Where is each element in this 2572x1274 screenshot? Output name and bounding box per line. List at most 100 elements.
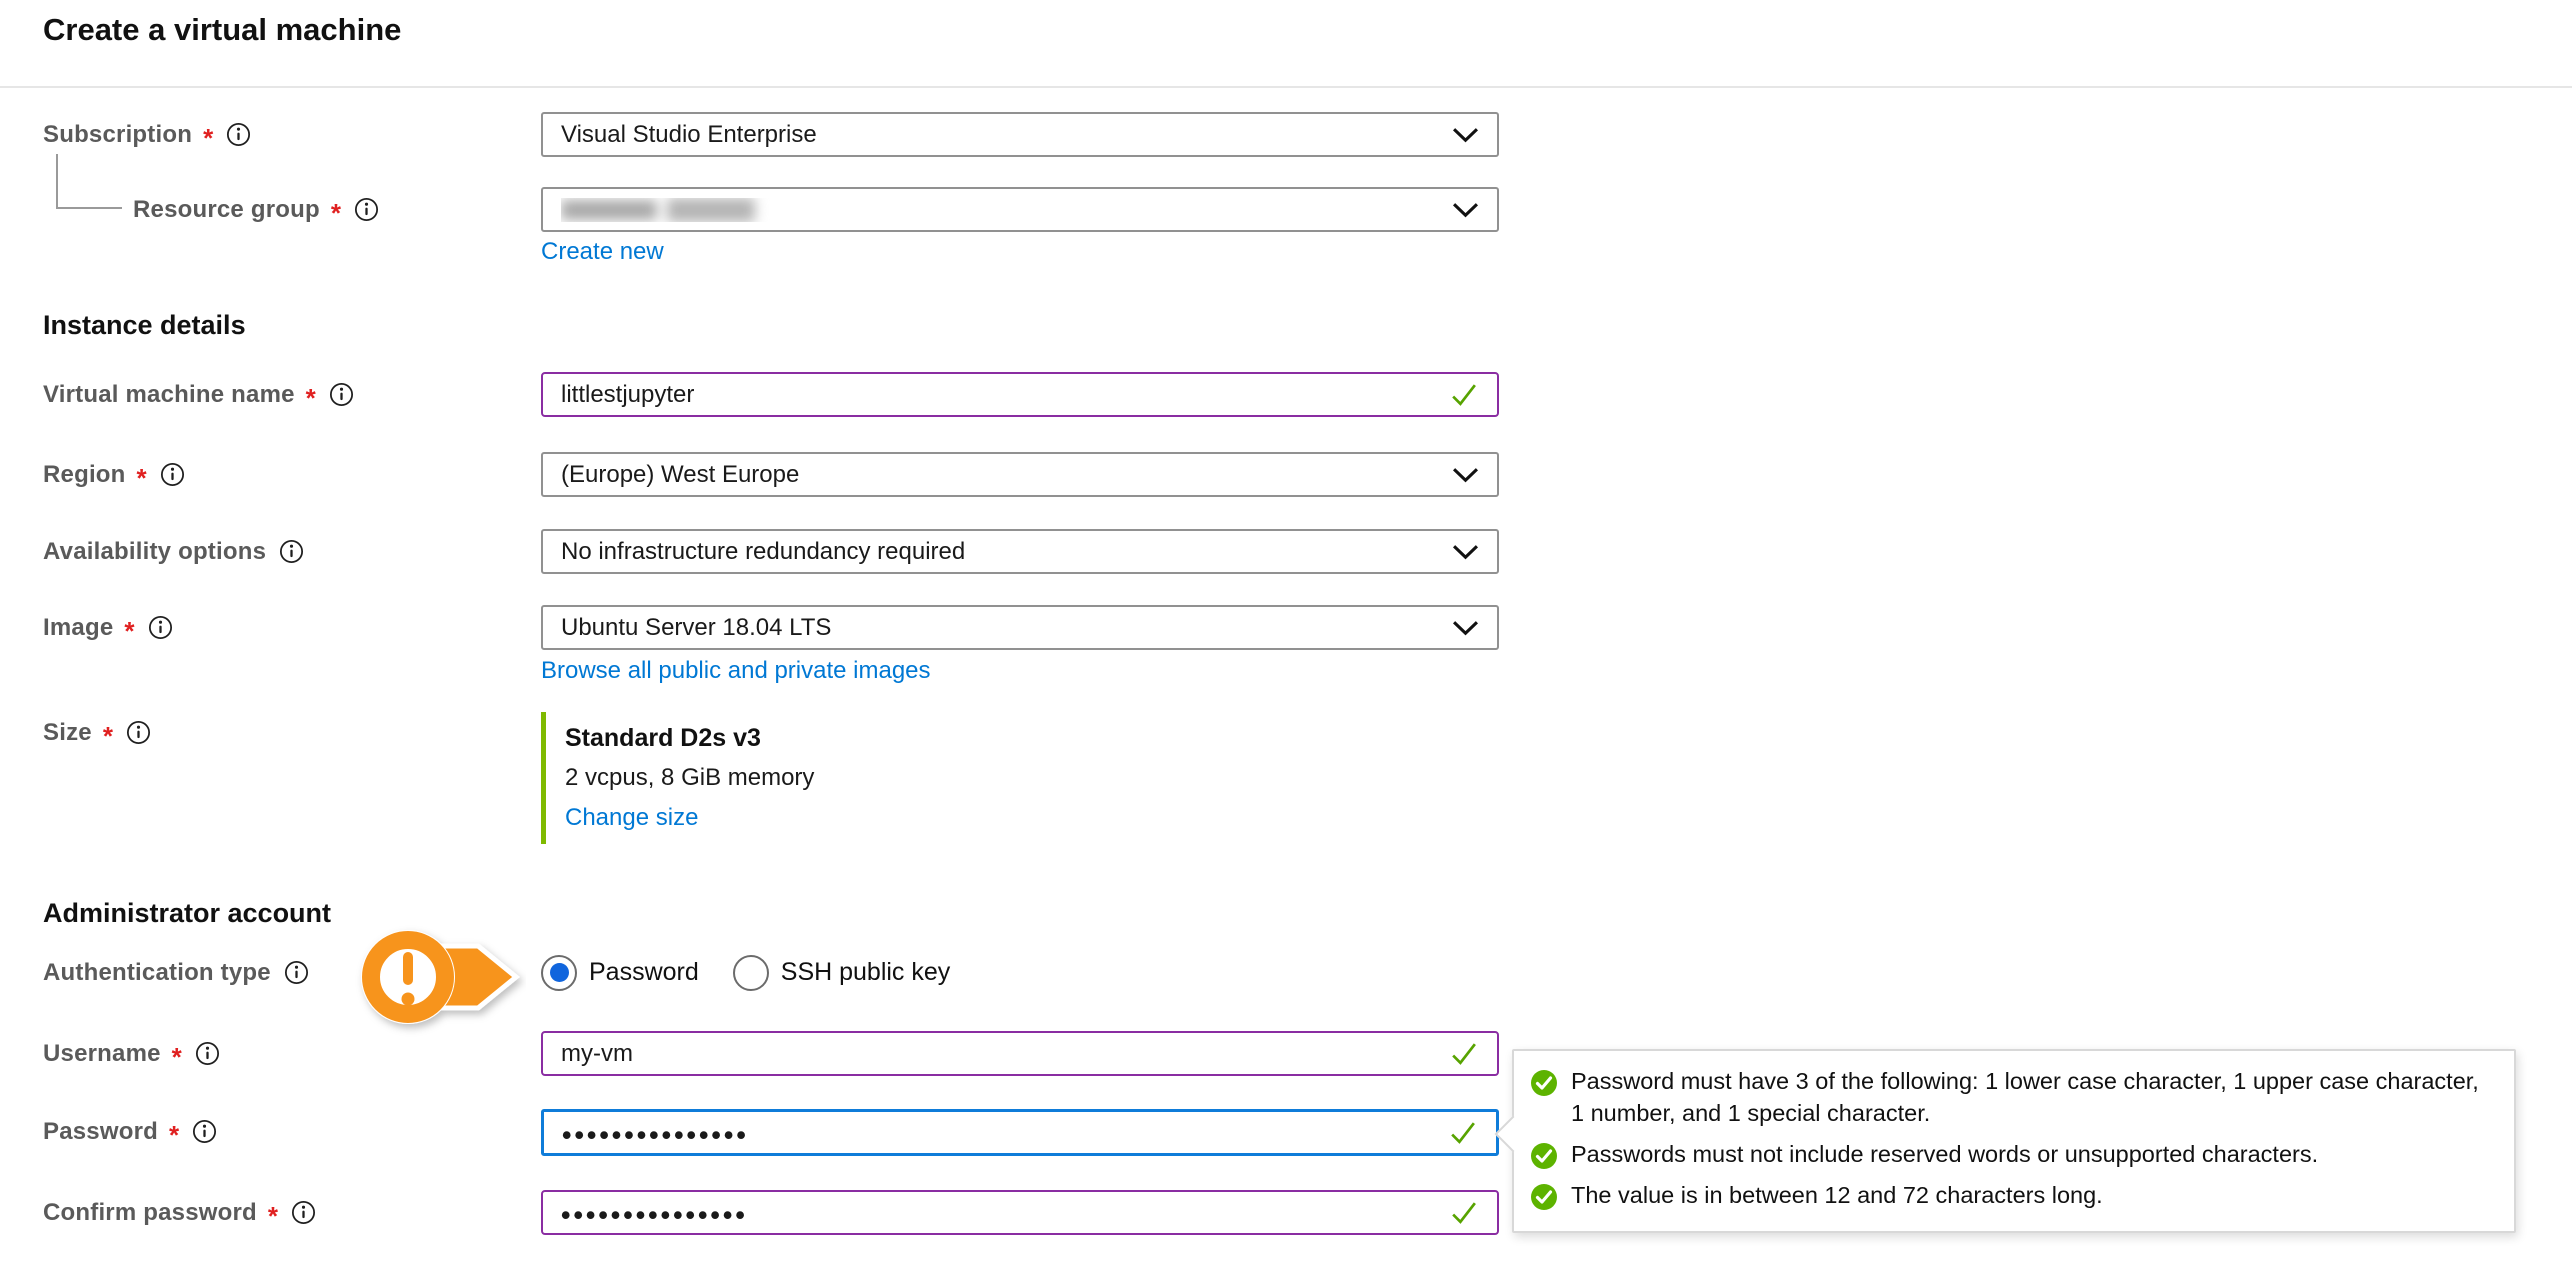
resource-group-value-redacted — [561, 198, 1440, 222]
image-dropdown[interactable]: Ubuntu Server 18.04 LTS — [541, 605, 1499, 650]
password-masked-value: ••••••••••••••• — [562, 1116, 1435, 1149]
password-validation-tooltip: Password must have 3 of the following: 1… — [1512, 1049, 2516, 1233]
check-circle-icon — [1530, 1142, 1558, 1170]
divider — [0, 86, 2572, 88]
chevron-down-icon — [1452, 202, 1479, 218]
valid-check-icon — [1448, 379, 1479, 410]
valid-check-icon — [1448, 1038, 1479, 1069]
validation-rule: Passwords must not include reserved word… — [1530, 1139, 2492, 1171]
validation-rule-text: Password must have 3 of the following: 1… — [1571, 1066, 2491, 1130]
info-icon[interactable] — [279, 539, 304, 564]
subscription-dropdown[interactable]: Visual Studio Enterprise — [541, 112, 1499, 157]
info-icon[interactable] — [226, 122, 251, 147]
validation-rule: Password must have 3 of the following: 1… — [1530, 1066, 2492, 1130]
info-icon[interactable] — [126, 720, 151, 745]
auth-type-label-row: Authentication type — [43, 950, 309, 995]
size-specs: 2 vcpus, 8 GiB memory — [565, 758, 1061, 798]
create-new-link[interactable]: Create new — [541, 238, 664, 266]
username-label: Username — [43, 1040, 161, 1068]
size-label-row: Size * — [43, 710, 151, 755]
radio-password[interactable]: Password — [541, 955, 699, 991]
size-name: Standard D2s v3 — [565, 718, 1061, 758]
tree-connector-vertical — [56, 154, 58, 209]
password-input[interactable]: ••••••••••••••• — [541, 1109, 1499, 1156]
change-size-link[interactable]: Change size — [565, 804, 698, 831]
vm-name-label-row: Virtual machine name * — [43, 372, 354, 417]
chevron-down-icon — [1452, 127, 1479, 143]
warning-exclamation-icon — [350, 916, 526, 1040]
region-label-row: Region * — [43, 452, 185, 497]
availability-dropdown[interactable]: No infrastructure redundancy required — [541, 529, 1499, 574]
region-value: (Europe) West Europe — [561, 461, 1440, 489]
username-label-row: Username * — [43, 1031, 220, 1076]
password-label-row: Password * — [43, 1109, 217, 1154]
auth-type-radio-group: Password SSH public key — [541, 950, 950, 995]
image-label: Image — [43, 614, 113, 642]
check-circle-icon — [1530, 1183, 1558, 1211]
radio-ssh-public-key[interactable]: SSH public key — [733, 955, 951, 991]
tooltip-arrow — [1495, 1116, 1532, 1153]
required-marker: * — [137, 459, 147, 491]
validation-rule-text: Passwords must not include reserved word… — [1571, 1139, 2318, 1171]
chevron-down-icon — [1452, 467, 1479, 483]
tree-connector-horizontal — [56, 207, 122, 209]
size-label: Size — [43, 719, 92, 747]
subscription-label-row: Subscription * — [43, 112, 251, 157]
chevron-down-icon — [1452, 544, 1479, 560]
radio-circle — [541, 955, 577, 991]
image-label-row: Image * — [43, 605, 173, 650]
info-icon[interactable] — [148, 615, 173, 640]
username-input[interactable]: my-vm — [541, 1031, 1499, 1076]
username-value: my-vm — [561, 1040, 1436, 1068]
size-summary: Standard D2s v3 2 vcpus, 8 GiB memory Ch… — [541, 712, 1061, 844]
region-dropdown[interactable]: (Europe) West Europe — [541, 452, 1499, 497]
resource-group-label-row: Resource group * — [133, 187, 379, 232]
required-marker: * — [306, 379, 316, 411]
page-title: Create a virtual machine — [43, 12, 401, 48]
required-marker: * — [169, 1116, 179, 1148]
availability-value: No infrastructure redundancy required — [561, 538, 1440, 566]
instance-details-heading: Instance details — [43, 310, 246, 341]
confirm-password-masked-value: ••••••••••••••• — [561, 1196, 1436, 1229]
administrator-account-heading: Administrator account — [43, 898, 331, 929]
info-icon[interactable] — [160, 462, 185, 487]
info-icon[interactable] — [284, 960, 309, 985]
vm-name-value: littlestjupyter — [561, 381, 1436, 409]
required-marker: * — [103, 717, 113, 749]
required-marker: * — [203, 119, 213, 151]
required-marker: * — [268, 1197, 278, 1229]
confirm-password-input[interactable]: ••••••••••••••• — [541, 1190, 1499, 1235]
resource-group-dropdown[interactable] — [541, 187, 1499, 232]
radio-circle — [733, 955, 769, 991]
availability-label-row: Availability options — [43, 529, 304, 574]
validation-rule-text: The value is in between 12 and 72 charac… — [1571, 1180, 2103, 1212]
subscription-label: Subscription — [43, 121, 192, 149]
valid-check-icon — [1447, 1117, 1478, 1148]
region-label: Region — [43, 461, 126, 489]
info-icon[interactable] — [329, 382, 354, 407]
availability-label: Availability options — [43, 538, 266, 566]
info-icon[interactable] — [291, 1200, 316, 1225]
subscription-value: Visual Studio Enterprise — [561, 121, 1440, 149]
validation-rule: The value is in between 12 and 72 charac… — [1530, 1180, 2492, 1212]
confirm-password-label-row: Confirm password * — [43, 1190, 316, 1235]
info-icon[interactable] — [195, 1041, 220, 1066]
radio-password-label: Password — [589, 958, 699, 987]
required-marker: * — [172, 1038, 182, 1070]
create-vm-page: Create a virtual machine Subscription * … — [0, 0, 2572, 1274]
confirm-password-label: Confirm password — [43, 1199, 257, 1227]
auth-type-label: Authentication type — [43, 959, 271, 987]
vm-name-label: Virtual machine name — [43, 381, 295, 409]
radio-ssh-label: SSH public key — [781, 958, 951, 987]
password-label: Password — [43, 1118, 158, 1146]
resource-group-label: Resource group — [133, 196, 320, 224]
info-icon[interactable] — [354, 197, 379, 222]
check-circle-icon — [1530, 1069, 1558, 1097]
info-icon[interactable] — [192, 1119, 217, 1144]
required-marker: * — [124, 612, 134, 644]
image-value: Ubuntu Server 18.04 LTS — [561, 614, 1440, 642]
vm-name-input[interactable]: littlestjupyter — [541, 372, 1499, 417]
chevron-down-icon — [1452, 620, 1479, 636]
required-marker: * — [331, 194, 341, 226]
browse-images-link[interactable]: Browse all public and private images — [541, 657, 931, 685]
